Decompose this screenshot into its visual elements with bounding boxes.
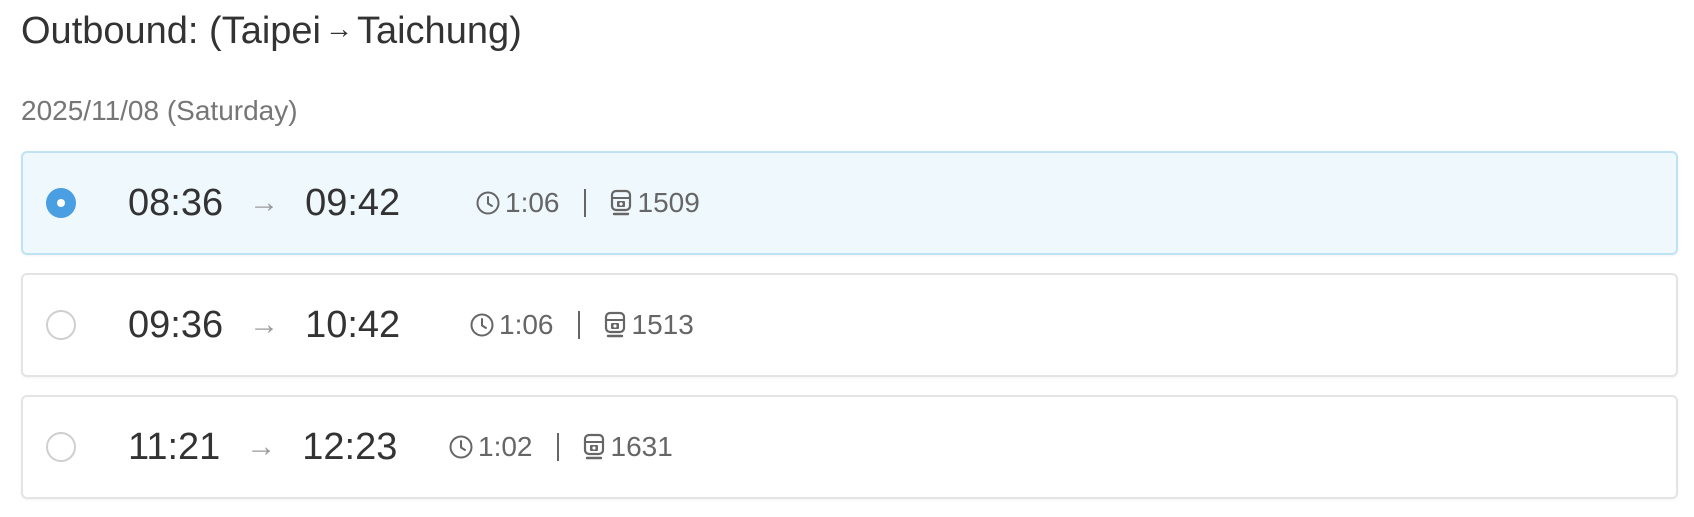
title-origin: Outbound: (Taipei [21,9,321,52]
travel-date: 2025/11/08 (Saturday) [21,95,298,126]
meta-divider [577,311,580,339]
clock-icon [474,189,502,217]
arrival-time: 12:23 [302,425,398,468]
trip-times: 08:36 → 09:42 [128,153,400,253]
trip-option[interactable]: 08:36 → 09:42 1:06 1509 [21,151,1678,255]
trip-duration: 1:02 [478,431,533,462]
page-title: Outbound: (Taipei → Taichung) [21,6,522,56]
arrow-right-icon: → [246,430,277,463]
meta-divider [556,433,559,461]
train-icon [601,311,629,339]
trip-times: 09:36 → 10:42 [128,275,400,375]
clock-icon [468,311,496,339]
trip-meta: 1:06 1509 [474,153,700,253]
trip-radio-button[interactable] [46,432,76,462]
trip-selection-page: Outbound: (Taipei → Taichung) 2025/11/08… [0,0,1694,514]
train-number: 1513 [631,309,694,340]
trip-meta: 1:02 1631 [447,397,673,497]
departure-time: 08:36 [128,181,224,224]
trip-radio-button[interactable] [46,310,76,340]
trip-option[interactable]: 11:21 → 12:23 1:02 1631 [21,395,1678,499]
trip-times: 11:21 → 12:23 [128,397,397,497]
trip-radio-button[interactable] [46,188,76,218]
trip-duration: 1:06 [505,187,560,218]
train-icon [580,433,608,461]
clock-icon [447,433,475,461]
trip-meta: 1:06 1513 [468,275,694,375]
trip-duration: 1:06 [499,309,554,340]
title-destination: Taichung) [356,9,522,52]
train-icon [607,189,635,217]
meta-divider [583,189,586,217]
arrow-right-icon: → [249,186,280,219]
departure-time: 09:36 [128,303,224,346]
arrival-time: 09:42 [305,181,401,224]
trip-option[interactable]: 09:36 → 10:42 1:06 1513 [21,273,1678,377]
arrow-right-icon: → [249,308,280,341]
title-arrow: → [324,13,353,44]
train-number: 1509 [637,187,700,218]
trip-options-list: 08:36 → 09:42 1:06 1509 09:36 → 10:42 1:… [21,151,1678,517]
departure-time: 11:21 [128,425,221,468]
arrival-time: 10:42 [305,303,401,346]
train-number: 1631 [610,431,673,462]
